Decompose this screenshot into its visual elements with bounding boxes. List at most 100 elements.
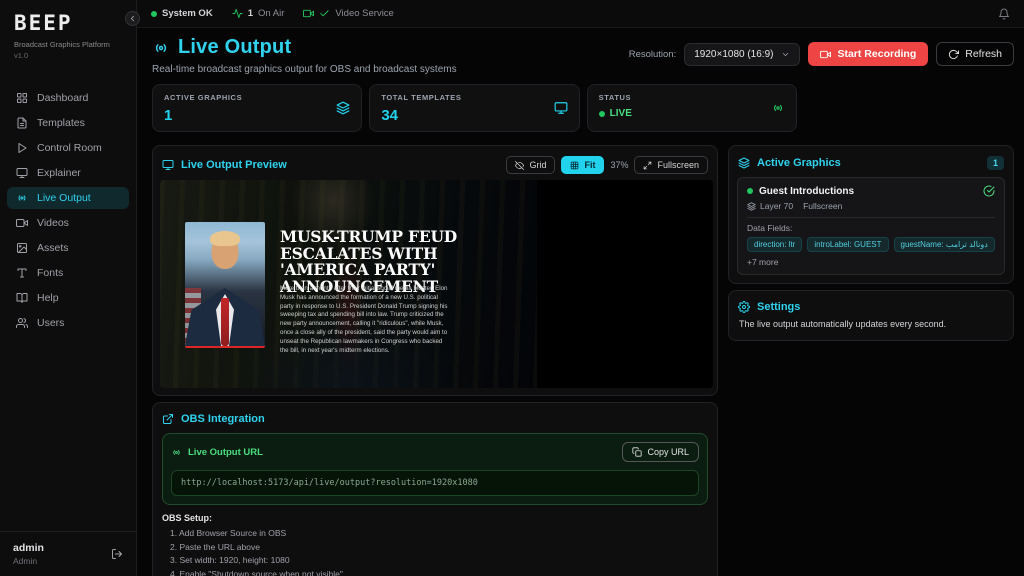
obs-setup-title: OBS Setup: — [162, 513, 708, 523]
obs-step: 4. Enable "Shutdown source when not visi… — [162, 568, 708, 576]
sidebar-item-label: Templates — [37, 117, 85, 129]
active-graphics-count-badge: 1 — [987, 156, 1004, 170]
sidebar-item-label: Help — [37, 292, 59, 304]
mode-label: Fullscreen — [803, 201, 842, 211]
obs-step: 3. Set width: 1920, height: 1080 — [162, 554, 708, 568]
app-tagline: Broadcast Graphics Platform — [14, 40, 122, 49]
layers-icon — [336, 101, 350, 115]
start-recording-button[interactable]: Start Recording — [808, 42, 928, 66]
grid-toggle-button[interactable]: Grid — [506, 156, 555, 174]
on-air-count: 1 — [248, 8, 253, 19]
sidebar-item-label: Fonts — [37, 267, 63, 279]
external-link-icon — [162, 413, 174, 425]
data-field-tag: direction: ltr — [747, 237, 802, 252]
gear-icon — [738, 301, 750, 313]
user-name: admin — [13, 542, 44, 554]
preview-canvas: Musk-Trump feud escalates with 'America … — [160, 180, 713, 388]
sidebar-collapse-button[interactable] — [125, 11, 140, 26]
obs-step: 1. Add Browser Source in OBS — [162, 527, 708, 541]
live-status-label: LIVE — [610, 108, 632, 119]
page-header: Live Output Real-time broadcast graphics… — [152, 36, 1014, 75]
app-logo: BEEP — [14, 11, 122, 35]
sidebar-item-control-room[interactable]: Control Room — [7, 137, 129, 159]
logout-icon[interactable] — [111, 548, 123, 560]
monitor-icon — [16, 167, 28, 179]
sidebar-item-assets[interactable]: Assets — [7, 237, 129, 259]
refresh-label: Refresh — [965, 48, 1002, 60]
more-fields-label: +7 more — [747, 257, 778, 267]
live-output-url-label: Live Output URL — [188, 447, 263, 458]
stat-label: TOTAL TEMPLATES — [381, 93, 461, 102]
grid-label: Grid — [529, 160, 546, 170]
stat-total-templates: TOTAL TEMPLATES 34 — [369, 84, 579, 132]
sidebar-nav: Dashboard Templates Control Room Explain… — [0, 84, 136, 531]
sidebar-item-dashboard[interactable]: Dashboard — [7, 87, 129, 109]
status-dot-icon — [151, 11, 157, 17]
notifications-bell-icon[interactable] — [998, 8, 1010, 20]
main-content: Live Output Real-time broadcast graphics… — [137, 0, 1024, 576]
monitor-icon — [554, 101, 568, 115]
sidebar-item-videos[interactable]: Videos — [7, 212, 129, 234]
copy-url-button[interactable]: Copy URL — [622, 442, 699, 462]
obs-step: 2. Paste the URL above — [162, 541, 708, 555]
stat-status: STATUS LIVE — [587, 84, 797, 132]
guest-photo — [185, 222, 265, 348]
sidebar-item-fonts[interactable]: Fonts — [7, 262, 129, 284]
sidebar-item-label: Assets — [37, 242, 69, 254]
settings-title: Settings — [757, 301, 800, 313]
data-field-tag: guestName: دونالد ترامب — [894, 237, 995, 252]
app-version: v1.0 — [14, 51, 122, 60]
video-service-status: Video Service — [303, 8, 393, 19]
expand-icon — [643, 161, 652, 170]
graphic-body-text: More than a month after their initial so… — [280, 285, 448, 355]
dashboard-icon — [16, 92, 28, 104]
start-recording-label: Start Recording — [837, 48, 916, 60]
resolution-label: Resolution: — [629, 49, 677, 60]
fullscreen-button[interactable]: Fullscreen — [634, 156, 708, 174]
active-dot-icon — [747, 188, 753, 194]
system-status: System OK — [151, 8, 213, 19]
resolution-value: 1920×1080 (16:9) — [694, 49, 773, 60]
logo-block: BEEP Broadcast Graphics Platform v1.0 — [0, 0, 136, 70]
stats-row: ACTIVE GRAPHICS 1 TOTAL TEMPLATES 34 STA… — [152, 84, 797, 132]
active-graphic-item[interactable]: Guest Introductions Layer 70 Fullscreen … — [737, 177, 1005, 275]
fit-button[interactable]: Fit — [561, 156, 604, 174]
user-block: admin Admin — [0, 531, 136, 576]
monitor-icon — [162, 159, 174, 171]
refresh-icon — [948, 49, 959, 60]
active-graphics-panel: Active Graphics 1 Guest Introductions La… — [728, 145, 1014, 284]
layers-icon — [738, 157, 750, 169]
users-icon — [16, 317, 28, 329]
refresh-button[interactable]: Refresh — [936, 42, 1014, 66]
sidebar-item-users[interactable]: Users — [7, 312, 129, 334]
broadcast-icon — [171, 447, 182, 458]
broadcast-icon — [16, 192, 28, 204]
stat-value: 1 — [164, 107, 242, 124]
sidebar-item-templates[interactable]: Templates — [7, 112, 129, 134]
layer-label: Layer 70 — [760, 201, 793, 211]
stat-label: STATUS — [599, 93, 632, 102]
graphic-name: Guest Introductions — [759, 186, 854, 197]
book-icon — [16, 292, 28, 304]
live-output-url-field[interactable]: http://localhost:5173/api/live/output?re… — [171, 470, 699, 496]
sidebar-item-label: Live Output — [37, 192, 91, 204]
live-output-url-box: Live Output URL Copy URL http://localhos… — [162, 433, 708, 505]
page-subtitle: Real-time broadcast graphics output for … — [152, 64, 457, 75]
file-icon — [16, 117, 28, 129]
live-dot-icon — [599, 111, 605, 117]
resolution-select[interactable]: 1920×1080 (16:9) — [684, 43, 800, 66]
eye-off-icon — [515, 161, 524, 170]
copy-icon — [632, 447, 642, 457]
sidebar-item-explainer[interactable]: Explainer — [7, 162, 129, 184]
sidebar-item-live-output[interactable]: Live Output — [7, 187, 129, 209]
video-icon — [303, 8, 314, 19]
play-icon — [16, 142, 28, 154]
chevron-down-icon — [781, 50, 790, 59]
type-icon — [16, 267, 28, 279]
settings-panel: Settings The live output automatically u… — [728, 290, 1014, 341]
broadcast-graphic: Musk-Trump feud escalates with 'America … — [160, 180, 537, 388]
copy-url-label: Copy URL — [647, 447, 689, 457]
image-icon — [16, 242, 28, 254]
active-graphics-title: Active Graphics — [757, 157, 841, 169]
sidebar-item-help[interactable]: Help — [7, 287, 129, 309]
